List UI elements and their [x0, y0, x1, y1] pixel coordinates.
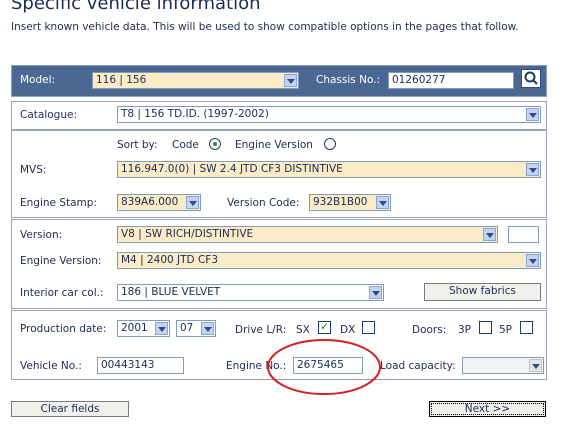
sort-engine-label: Engine Version	[235, 139, 313, 151]
production-month-value: 07	[180, 322, 194, 334]
chevron-down-icon	[376, 196, 389, 209]
chevron-down-icon	[201, 322, 214, 335]
sort-code-label: Code	[172, 139, 199, 151]
catalogue-value: T8 | 156 TD.ID. (1997-2002)	[121, 108, 269, 120]
chassis-label: Chassis No.:	[316, 74, 381, 86]
load-capacity-select[interactable]	[462, 357, 544, 374]
doors-5p-checkbox[interactable]	[520, 321, 533, 334]
chassis-search-button[interactable]	[521, 69, 541, 88]
dx-checkbox[interactable]	[362, 321, 375, 334]
doors-label: Doors:	[412, 324, 447, 336]
chevron-down-icon	[526, 108, 539, 121]
version-extra-input[interactable]	[508, 226, 539, 243]
version-code-label: Version Code:	[227, 197, 300, 209]
mvs-value: 116.947.0(0) | SW 2.4 JTD CF3 DISTINTIVE	[121, 163, 343, 175]
version-code-value: 932B1B00	[313, 196, 368, 208]
vehicle-no-label: Vehicle No.:	[20, 360, 82, 372]
model-select[interactable]: 116 | 156	[92, 72, 299, 89]
chevron-down-icon	[186, 196, 199, 209]
annotation-circle	[267, 339, 381, 395]
catalogue-select[interactable]: T8 | 156 TD.ID. (1997-2002)	[117, 106, 541, 123]
interior-value: 186 | BLUE VELVET	[121, 286, 221, 298]
chevron-down-icon	[284, 74, 297, 87]
clear-fields-button[interactable]: Clear fields	[11, 401, 129, 417]
doors-5p-label: 5P	[499, 324, 513, 336]
version-select[interactable]: V8 | SW RICH/DISTINTIVE	[117, 226, 498, 243]
mvs-label: MVS:	[20, 164, 47, 176]
production-year-value: 2001	[121, 322, 148, 334]
interior-label: Interior car col.:	[20, 287, 104, 299]
drive-label: Drive L/R:	[235, 324, 287, 336]
chevron-down-icon	[526, 163, 539, 176]
version-label: Version:	[20, 229, 63, 241]
sort-code-radio[interactable]	[209, 138, 221, 150]
chevron-down-icon	[483, 228, 496, 241]
engine-version-label: Engine Version:	[20, 255, 102, 267]
engine-stamp-label: Engine Stamp:	[20, 197, 97, 209]
next-button[interactable]: Next >>	[429, 401, 546, 417]
chassis-input[interactable]: 01260277	[388, 72, 514, 89]
show-fabrics-button[interactable]: Show fabrics	[424, 283, 541, 301]
version-code-select[interactable]: 932B1B00	[309, 194, 391, 211]
engine-version-value: M4 | 2400 JTD CF3	[121, 254, 218, 266]
doors-3p-label: 3P	[458, 324, 472, 336]
vehicle-no-input[interactable]: 00443143	[97, 357, 184, 374]
page-title: Specific vehicle information	[11, 0, 261, 14]
interior-select[interactable]: 186 | BLUE VELVET	[117, 284, 384, 301]
mvs-select[interactable]: 116.947.0(0) | SW 2.4 JTD CF3 DISTINTIVE	[117, 161, 541, 178]
engine-stamp-select[interactable]: 839A6.000	[117, 194, 201, 211]
load-capacity-label: Load capacity:	[380, 360, 456, 372]
engine-version-select[interactable]: M4 | 2400 JTD CF3	[117, 252, 541, 269]
doors-3p-checkbox[interactable]	[479, 321, 492, 334]
chevron-down-icon	[155, 322, 168, 335]
version-value: V8 | SW RICH/DISTINTIVE	[121, 228, 254, 240]
catalogue-label: Catalogue:	[20, 109, 77, 121]
chevron-down-icon	[526, 254, 539, 267]
sort-by-label: Sort by:	[117, 139, 158, 151]
model-value: 116 | 156	[96, 74, 147, 86]
sort-engine-radio[interactable]	[324, 138, 336, 150]
production-date-label: Production date:	[20, 323, 107, 335]
sx-label: SX	[296, 324, 310, 336]
dx-label: DX	[340, 324, 356, 336]
chevron-down-icon	[369, 286, 382, 299]
engine-stamp-value: 839A6.000	[121, 196, 179, 208]
search-icon	[524, 71, 538, 85]
chevron-down-icon	[529, 359, 542, 372]
production-month-select[interactable]: 07	[176, 320, 216, 337]
model-label: Model:	[20, 74, 56, 86]
production-year-select[interactable]: 2001	[117, 320, 170, 337]
sx-checkbox[interactable]	[318, 320, 331, 334]
page-subtitle: Insert known vehicle data. This will be …	[11, 21, 519, 33]
